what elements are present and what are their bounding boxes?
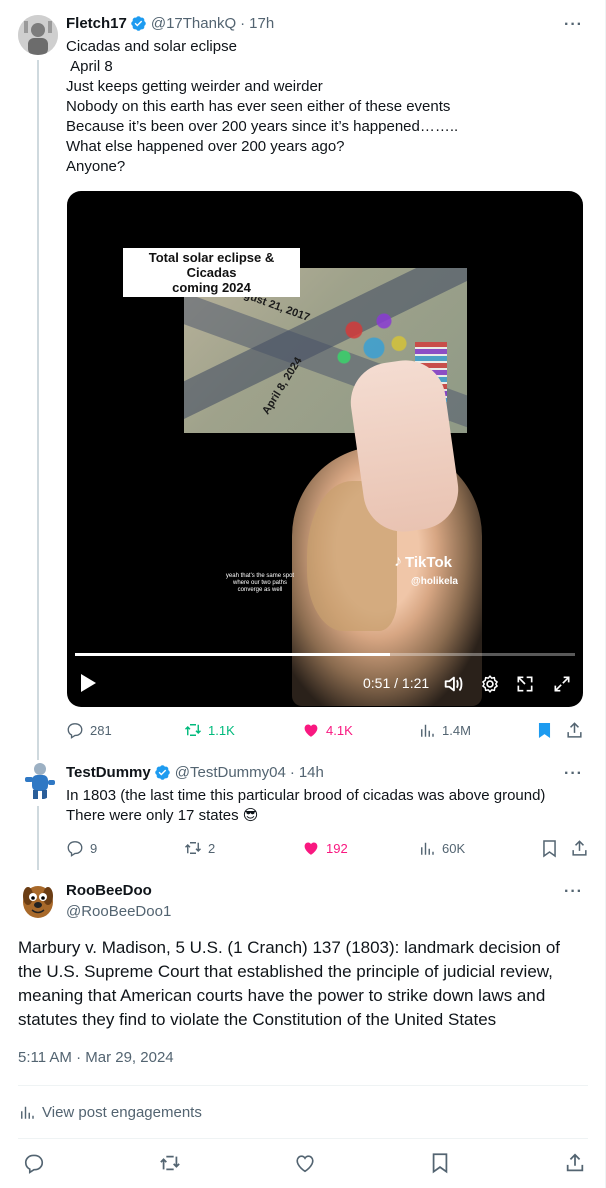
like-count: 192 bbox=[326, 840, 348, 856]
more-icon[interactable]: ··· bbox=[564, 883, 583, 901]
play-icon[interactable] bbox=[79, 673, 97, 693]
reply-button[interactable]: 9 bbox=[66, 839, 97, 857]
avatar-fletch17[interactable] bbox=[18, 15, 58, 55]
verified-badge-icon bbox=[154, 765, 170, 780]
like-button[interactable]: 192 bbox=[302, 839, 348, 857]
separator-dot: · bbox=[240, 15, 246, 32]
repost-button[interactable]: 1.1K bbox=[184, 721, 235, 739]
reply-icon bbox=[67, 841, 83, 857]
fullscreen-icon[interactable] bbox=[552, 674, 572, 694]
like-count: 4.1K bbox=[326, 722, 353, 738]
tweet-actions: 281 1.1K 4.1K 1.4M bbox=[66, 721, 586, 741]
tweet-text: Cicadas and solar eclipse April 8 Just k… bbox=[66, 38, 459, 175]
dock-icon[interactable] bbox=[515, 674, 535, 694]
display-name[interactable]: RooBeeDoo bbox=[66, 882, 152, 899]
reply-icon bbox=[67, 723, 83, 739]
reply-icon[interactable] bbox=[23, 1152, 45, 1174]
views-icon bbox=[421, 724, 434, 737]
views-count: 60K bbox=[442, 840, 466, 856]
tiktok-watermark: ♪ TikTok bbox=[394, 553, 452, 571]
separator-dot: · bbox=[289, 764, 295, 781]
video-title-overlay: Total solar eclipse & Cicadas coming 202… bbox=[123, 248, 300, 297]
volume-icon[interactable] bbox=[442, 673, 464, 695]
video-progress-bar[interactable] bbox=[75, 653, 575, 656]
reply-count: 281 bbox=[90, 722, 112, 738]
repost-icon bbox=[184, 842, 202, 854]
more-icon[interactable]: ··· bbox=[564, 765, 583, 783]
divider bbox=[18, 1138, 588, 1139]
video-player[interactable]: August 21, 2017 April 8, 2024 Total sola… bbox=[67, 191, 583, 707]
view-post-engagements-link[interactable]: View post engagements bbox=[18, 1103, 202, 1121]
reply-button[interactable]: 281 bbox=[66, 721, 112, 739]
video-caption: yeah that's the same spot where our two … bbox=[225, 573, 295, 593]
engagements-label: View post engagements bbox=[42, 1103, 202, 1121]
like-button[interactable]: 4.1K bbox=[302, 721, 353, 739]
relative-time[interactable]: 14h bbox=[299, 764, 324, 781]
repost-button[interactable]: 2 bbox=[184, 839, 215, 857]
reply-count: 9 bbox=[90, 840, 98, 856]
tiktok-label: TikTok bbox=[405, 553, 452, 571]
repost-count: 1.1K bbox=[208, 722, 235, 738]
tweet-header-name: RooBeeDoo bbox=[66, 882, 152, 899]
repost-icon bbox=[184, 724, 202, 736]
thread-line bbox=[37, 60, 39, 760]
main-tweet-text: Marbury v. Madison, 5 U.S. (1 Cranch) 13… bbox=[18, 938, 561, 1029]
bookmark-icon[interactable] bbox=[540, 839, 559, 858]
repost-icon[interactable] bbox=[159, 1152, 181, 1174]
views-count: 1.4M bbox=[442, 722, 471, 738]
tweet-actions: 9 2 192 60K bbox=[66, 839, 589, 859]
tweet-header: TestDummy @TestDummy04 · 14h bbox=[66, 764, 324, 781]
tweet-header-handle: @RooBeeDoo1 bbox=[66, 903, 171, 920]
share-icon[interactable] bbox=[565, 721, 584, 740]
handle[interactable]: @TestDummy04 bbox=[175, 764, 286, 781]
analytics-icon bbox=[21, 1106, 34, 1119]
tiktok-handle: @holikela bbox=[411, 576, 458, 587]
more-icon[interactable]: ··· bbox=[564, 16, 583, 34]
tweet-fletch17[interactable]: Fletch17 @17ThankQ · 17h ··· Cicadas and… bbox=[0, 0, 606, 760]
display-name[interactable]: Fletch17 bbox=[66, 15, 127, 32]
like-icon[interactable] bbox=[294, 1152, 316, 1174]
share-icon[interactable] bbox=[570, 839, 589, 858]
views-icon bbox=[421, 842, 434, 855]
divider bbox=[18, 1085, 588, 1086]
bookmark-icon[interactable] bbox=[535, 721, 554, 740]
share-icon[interactable] bbox=[564, 1152, 586, 1174]
like-icon bbox=[304, 842, 318, 855]
avatar-testdummy[interactable] bbox=[18, 760, 58, 800]
thread-line bbox=[37, 806, 39, 870]
tweet-text: In 1803 (the last time this particular b… bbox=[66, 787, 546, 824]
tweet-header: Fletch17 @17ThankQ · 17h bbox=[66, 15, 274, 32]
relative-time[interactable]: 17h bbox=[249, 15, 274, 32]
avatar-roobeedoo[interactable] bbox=[18, 880, 58, 920]
views-button[interactable]: 60K bbox=[418, 839, 465, 857]
handle[interactable]: @17ThankQ bbox=[151, 15, 236, 32]
like-icon bbox=[304, 724, 318, 737]
tweet-testdummy[interactable]: TestDummy @TestDummy04 · 14h ··· In 1803… bbox=[0, 760, 606, 870]
video-progress-fill bbox=[75, 653, 390, 656]
display-name[interactable]: TestDummy bbox=[66, 764, 151, 781]
video-time: 0:51 / 1:21 bbox=[363, 675, 430, 691]
handle[interactable]: @RooBeeDoo1 bbox=[66, 903, 171, 920]
repost-count: 2 bbox=[208, 840, 216, 856]
tiktok-icon: ♪ bbox=[394, 553, 402, 570]
post-timestamp[interactable]: 5:11 AM · Mar 29, 2024 bbox=[18, 1049, 174, 1066]
views-button[interactable]: 1.4M bbox=[418, 721, 471, 739]
settings-icon[interactable] bbox=[480, 674, 500, 694]
verified-badge-icon bbox=[131, 16, 146, 31]
bookmark-icon[interactable] bbox=[429, 1152, 451, 1174]
